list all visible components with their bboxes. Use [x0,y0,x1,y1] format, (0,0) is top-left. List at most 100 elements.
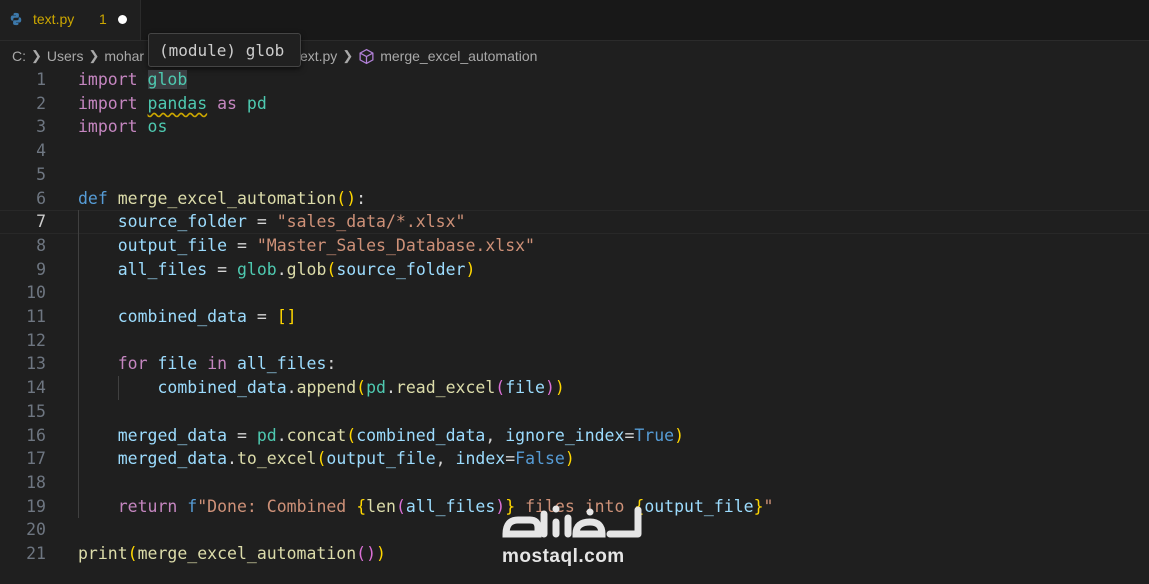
line-number: 13 [26,354,46,374]
code-token: { [356,496,367,516]
code-text: def merge_excel_automation(): [78,187,366,211]
code-text: import glob [78,68,188,92]
unsaved-dot-icon[interactable] [118,15,127,24]
tab-filename: text.py [33,11,75,27]
line-number: 12 [26,330,46,350]
code-line[interactable]: 2 import pandas as pd [0,92,1149,116]
line-number: 9 [36,259,46,279]
code-token: glob [286,259,327,279]
line-number: 14 [26,378,46,398]
line-number: 5 [36,164,46,184]
code-line[interactable]: 10 [0,281,1149,305]
code-token: to_excel [236,449,317,469]
code-token: . [227,449,237,469]
code-text: import os [78,115,167,139]
code-token: = [624,425,635,445]
code-token: . [276,425,287,445]
code-line[interactable]: 3 import os [0,115,1149,139]
breadcrumb-drive[interactable]: C: [12,48,26,64]
watermark-text: mostaql.com [502,546,625,567]
code-token: all_files [237,354,327,374]
code-token: all_files [117,259,208,279]
code-token: [] [276,307,297,326]
code-token: for [117,354,148,374]
code-line[interactable]: 11 combined_data = [] [0,305,1149,329]
code-line[interactable]: 12 [0,329,1149,353]
code-token: source_folder [117,212,247,232]
code-line[interactable]: 15 [0,400,1149,424]
code-text: merged_data.to_excel(output_file, index=… [78,447,575,471]
chevron-right-icon: ❯ [31,48,42,63]
code-token: ) [465,259,476,279]
breadcrumb-file[interactable]: text.py [296,48,337,64]
code-line[interactable]: 6 def merge_excel_automation(): [0,187,1149,211]
code-line[interactable]: 1 import glob [0,68,1149,92]
line-number: 17 [26,449,46,469]
code-token: } [753,496,764,516]
code-token: , [485,425,506,445]
code-token: pd [256,425,277,445]
code-token: ( [326,259,337,279]
code-token: output_file [117,235,228,255]
code-token: ) [544,378,555,398]
code-line[interactable]: 17 merged_data.to_excel(output_file, ind… [0,447,1149,471]
code-token: read_excel [395,378,496,398]
code-line[interactable]: 8 output_file = "Master_Sales_Database.x… [0,234,1149,258]
code-token: as [217,93,237,113]
line-number: 10 [26,283,46,303]
code-token: = [227,235,257,255]
code-token: = [227,425,257,445]
mostaql-watermark: mostaql.com [498,500,648,578]
breadcrumb-symbol[interactable]: merge_excel_automation [380,48,537,64]
code-token: import [78,117,138,137]
code-token: append [296,378,357,398]
code-line[interactable]: 5 [0,163,1149,187]
code-line[interactable]: 13 for file in all_files: [0,352,1149,376]
code-token: merge_excel_automation [117,188,337,208]
problem-count-badge: 1 [99,11,107,27]
line-number: 16 [26,425,46,445]
code-token: len [366,496,396,516]
code-token: def [78,188,108,208]
code-token: output_file [644,496,754,516]
code-token: ) [674,425,685,445]
code-text: import pandas as pd [78,92,267,116]
breadcrumb-users[interactable]: Users [47,48,84,64]
code-token: return [117,496,178,516]
line-number: 8 [36,235,46,255]
code-token: "Master_Sales_Database.xlsx" [256,235,535,255]
code-line[interactable]: 18 [0,471,1149,495]
code-token: all_files [405,496,496,516]
code-line[interactable]: 7 source_folder = "sales_data/*.xlsx" [0,210,1149,235]
code-line[interactable]: 4 [0,139,1149,163]
code-token: pd [366,378,386,398]
code-token: combined_data [157,378,287,398]
code-token: , [435,449,456,469]
code-text: return f"Done: Combined {len(all_files)}… [78,495,774,519]
code-token: . [385,378,396,398]
code-line[interactable]: 14 combined_data.append(pd.read_excel(fi… [0,376,1149,400]
line-number: 18 [26,472,46,492]
code-token: ( [356,378,367,398]
code-token: . [286,378,297,398]
code-line[interactable]: 16 merged_data = pd.concat(combined_data… [0,424,1149,448]
code-line[interactable]: 9 all_files = glob.glob(source_folder) [0,258,1149,282]
tab-text-py[interactable]: text.py 1 [0,0,141,40]
indent-guide [78,210,79,519]
code-text: source_folder = "sales_data/*.xlsx" [78,211,466,233]
code-token: True [634,425,675,445]
breadcrumb-user[interactable]: mohar [104,48,144,64]
